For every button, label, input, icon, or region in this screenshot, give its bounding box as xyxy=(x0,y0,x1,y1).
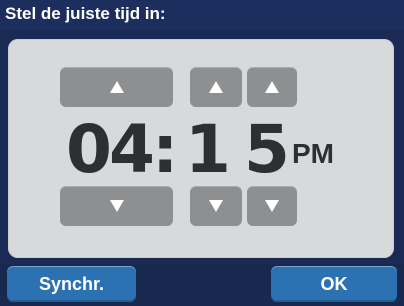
dialog-title: Stel de juiste tijd in: xyxy=(5,4,166,23)
time-separator: : xyxy=(152,111,179,188)
hour-tens-digit: 0 xyxy=(66,111,112,188)
hour-ones-digit: 4 xyxy=(109,111,155,188)
minute-tens-down-button[interactable] xyxy=(190,186,242,226)
hour-up-button[interactable] xyxy=(60,67,173,107)
down-arrow-icon xyxy=(265,200,279,212)
minute-ones-up-button[interactable] xyxy=(247,67,297,107)
minute-tens-digit: 1 xyxy=(185,111,231,188)
ok-button[interactable]: OK xyxy=(271,266,397,302)
minute-ones-digit: 5 xyxy=(244,111,290,188)
up-arrow-icon xyxy=(265,81,279,93)
synchronize-button[interactable]: Synchr. xyxy=(7,266,136,302)
hour-down-button[interactable] xyxy=(60,186,173,226)
am-pm-indicator[interactable]: PM xyxy=(292,138,334,170)
down-arrow-icon xyxy=(209,200,223,212)
up-arrow-icon xyxy=(109,81,124,93)
minute-tens-up-button[interactable] xyxy=(190,67,242,107)
up-arrow-icon xyxy=(209,81,223,93)
minute-ones-down-button[interactable] xyxy=(247,186,297,226)
down-arrow-icon xyxy=(109,200,124,212)
title-bar: Stel de juiste tijd in: xyxy=(0,0,404,30)
